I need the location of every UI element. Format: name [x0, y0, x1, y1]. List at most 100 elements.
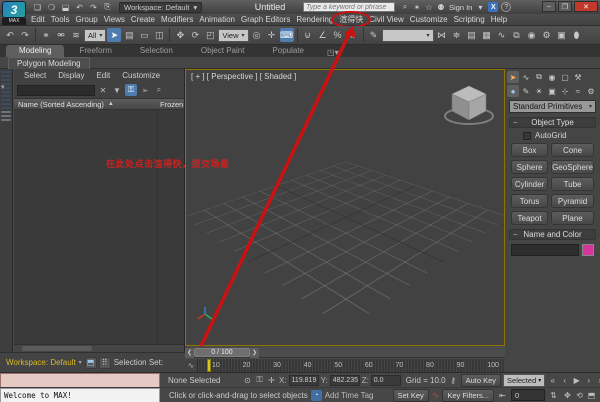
- menu-item[interactable]: Views: [101, 14, 128, 26]
- explorer-menu-item[interactable]: Display: [52, 71, 90, 80]
- object-name-field[interactable]: [511, 244, 579, 256]
- layer-manager-icon[interactable]: ▤: [465, 28, 479, 42]
- menu-item[interactable]: Create: [128, 14, 158, 26]
- track-bar-ruler[interactable]: 10 20 30 40 50 60 70 80 90 100: [198, 359, 505, 372]
- shapes-icon[interactable]: ✎: [520, 85, 532, 97]
- bind-spacewarp-icon[interactable]: ≋: [69, 28, 83, 42]
- render-icon[interactable]: ⬮: [570, 28, 584, 42]
- go-to-end-icon[interactable]: »: [595, 375, 600, 386]
- sign-in-button[interactable]: Sign In: [449, 3, 472, 12]
- set-key-button[interactable]: Set Key: [392, 388, 429, 402]
- spinner-icon[interactable]: ⇅: [548, 390, 559, 401]
- auto-key-button[interactable]: Auto Key: [460, 373, 502, 387]
- chevron-down-icon[interactable]: ▾: [475, 2, 485, 12]
- select-move-icon[interactable]: ✥: [173, 28, 187, 42]
- primitive-button[interactable]: GeoSphere: [551, 160, 594, 174]
- next-frame-icon[interactable]: ›: [583, 375, 594, 386]
- maximize-viewport-icon[interactable]: ⬒: [586, 390, 597, 401]
- spinner-snap-icon[interactable]: ⇅: [346, 28, 360, 42]
- filter-layers-icon[interactable]: ▤: [1, 115, 11, 117]
- menu-item[interactable]: Civil View: [366, 14, 407, 26]
- spacewarps-icon[interactable]: ≈: [572, 85, 584, 97]
- isolate-selection-icon[interactable]: ⊙: [242, 375, 253, 386]
- utilities-tab-icon[interactable]: ⚒: [572, 71, 584, 83]
- explorer-list[interactable]: [14, 110, 184, 344]
- favorites-icon[interactable]: ☆: [424, 2, 434, 12]
- filter-lights-icon[interactable]: ☀: [1, 79, 11, 81]
- autogrid-checkbox[interactable]: [523, 131, 531, 140]
- primitive-button[interactable]: Pyramid: [551, 194, 594, 208]
- ribbon-tab[interactable]: Populate: [259, 45, 317, 57]
- menu-item[interactable]: Graph Editors: [238, 14, 293, 26]
- undo-icon[interactable]: ↶: [74, 2, 85, 13]
- select-rotate-icon[interactable]: ⟳: [188, 28, 202, 42]
- filter-materials-icon[interactable]: ◉: [1, 111, 11, 113]
- menu-item[interactable]: 渲得快: [331, 10, 372, 28]
- communication-center-icon[interactable]: ✶: [412, 2, 422, 12]
- angle-snap-icon[interactable]: ∠: [316, 28, 330, 42]
- ribbon-toggle-icon[interactable]: ▦: [480, 28, 494, 42]
- primitive-button[interactable]: Tube: [551, 177, 594, 191]
- lock-icon[interactable]: ⚿: [125, 84, 137, 96]
- viewport-label[interactable]: [ + ] [ Perspective ] [ Shaded ]: [191, 72, 296, 81]
- redo-icon[interactable]: ↷: [88, 2, 99, 13]
- explorer-menu-item[interactable]: Edit: [90, 71, 116, 80]
- clear-search-icon[interactable]: ✕: [97, 84, 109, 96]
- redo-icon[interactable]: ↷: [18, 28, 32, 42]
- object-color-swatch[interactable]: [582, 244, 594, 256]
- primitive-button[interactable]: Cylinder: [511, 177, 549, 191]
- menu-item[interactable]: Edit: [28, 14, 48, 26]
- filter-shapes-icon[interactable]: ✎: [1, 75, 11, 77]
- exchange-icon[interactable]: X: [488, 2, 499, 12]
- primitive-button[interactable]: Teapot: [511, 211, 549, 225]
- modify-tab-icon[interactable]: ∿: [520, 71, 532, 83]
- hierarchy-tab-icon[interactable]: ⧉: [533, 71, 545, 83]
- current-frame-field[interactable]: 0: [511, 389, 545, 401]
- user-icon[interactable]: ⚉: [436, 2, 446, 12]
- new-key-settings-icon[interactable]: ∿: [432, 390, 440, 401]
- menu-item[interactable]: Animation: [196, 14, 238, 26]
- unlink-icon[interactable]: ⚮: [54, 28, 68, 42]
- minimize-button[interactable]: –: [542, 1, 556, 12]
- display-tab-icon[interactable]: ▢: [559, 71, 571, 83]
- time-slider[interactable]: ❮ 0 / 100 ❯: [185, 347, 505, 358]
- helpers-icon[interactable]: ⊹: [559, 85, 571, 97]
- window-crossing-icon[interactable]: ◫: [152, 28, 166, 42]
- filter-objects-icon[interactable]: ▭: [1, 119, 11, 121]
- next-frame-button[interactable]: ❯: [250, 347, 259, 358]
- project-folder-icon[interactable]: ⎘: [102, 2, 113, 13]
- cameras-icon[interactable]: ▣: [546, 85, 558, 97]
- filter-bones-icon[interactable]: ⌇: [1, 103, 11, 105]
- explorer-menu-item[interactable]: Customize: [116, 71, 166, 80]
- edit-named-sets-icon[interactable]: ✎: [367, 28, 381, 42]
- help-icon[interactable]: ?: [501, 2, 512, 12]
- workspace-switcher[interactable]: Workspace: Default: [6, 358, 76, 367]
- z-coordinate-field[interactable]: 0.0: [370, 374, 401, 386]
- pivot-center-icon[interactable]: ◎: [250, 28, 264, 42]
- go-to-start-icon[interactable]: ⇤: [497, 390, 508, 401]
- new-file-icon[interactable]: ❏: [32, 2, 43, 13]
- add-time-tag[interactable]: Add Time Tag: [325, 391, 374, 400]
- menu-item[interactable]: Customize: [407, 14, 451, 26]
- polygon-modeling-tab[interactable]: Polygon Modeling: [8, 57, 90, 69]
- mirror-icon[interactable]: ⋈: [435, 28, 449, 42]
- key-mode-dropdown[interactable]: Selected ▾: [503, 373, 546, 387]
- curve-editor-icon[interactable]: ∿: [495, 28, 509, 42]
- lights-icon[interactable]: ☀: [533, 85, 545, 97]
- frozen-column-header[interactable]: Frozen: [160, 100, 183, 109]
- viewcube[interactable]: [442, 78, 496, 128]
- menu-item[interactable]: Tools: [48, 14, 73, 26]
- filter-groups-icon[interactable]: ◫: [1, 95, 11, 97]
- selection-filter-dropdown[interactable]: All ▾: [84, 28, 107, 42]
- mini-curve-editor-icon[interactable]: ∿: [185, 359, 198, 372]
- object-type-rollout[interactable]: − Object Type: [509, 117, 596, 128]
- isolate-toggle-icon[interactable]: ⠿: [98, 356, 111, 369]
- menu-item[interactable]: Group: [72, 14, 100, 26]
- filter-icon[interactable]: ▼: [111, 84, 123, 96]
- align-icon[interactable]: ≑: [450, 28, 464, 42]
- ribbon-config-icon[interactable]: ◳▾: [327, 48, 339, 57]
- create-tab-icon[interactable]: ➤: [507, 71, 519, 83]
- perspective-viewport[interactable]: [ + ] [ Perspective ] [ Shaded ]: [185, 69, 505, 346]
- schematic-view-icon[interactable]: ⧉: [510, 28, 524, 42]
- select-object-icon[interactable]: ➤: [107, 28, 122, 42]
